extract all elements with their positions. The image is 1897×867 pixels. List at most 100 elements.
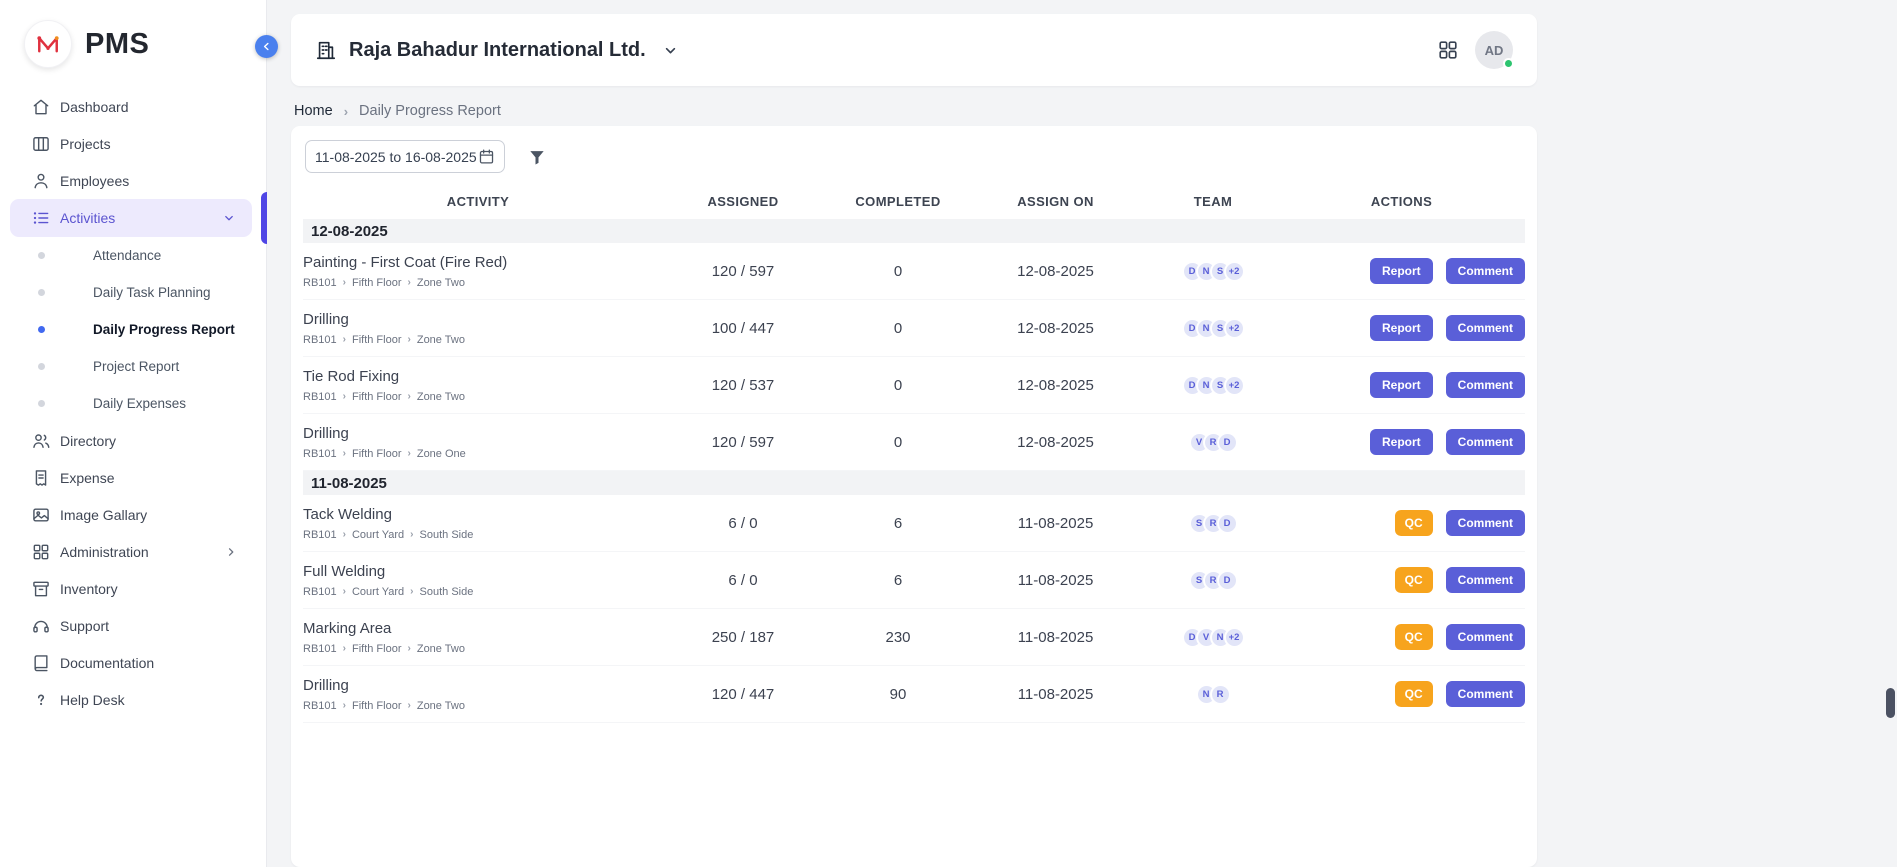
sidebar-item-activities[interactable]: Activities <box>10 199 252 237</box>
team-avatar-more[interactable]: +2 <box>1224 318 1245 339</box>
qc-button[interactable]: QC <box>1395 510 1433 536</box>
user-avatar[interactable]: AD <box>1475 31 1513 69</box>
comment-button[interactable]: Comment <box>1446 372 1525 398</box>
apps-grid-icon[interactable] <box>1437 39 1459 61</box>
completed-value: 0 <box>833 434 963 451</box>
column-header-assigned: ASSIGNED <box>653 194 833 209</box>
qc-button[interactable]: QC <box>1395 681 1433 707</box>
sidebar-item-help-desk[interactable]: Help Desk <box>0 681 266 718</box>
chevron-right-icon: › <box>408 700 411 711</box>
team-avatar[interactable]: D <box>1217 513 1238 534</box>
sidebar-collapse-button[interactable] <box>255 35 278 58</box>
chevron-right-icon: › <box>408 643 411 654</box>
home-icon <box>31 97 51 117</box>
team-avatar[interactable]: D <box>1217 432 1238 453</box>
sidebar-item-dashboard[interactable]: Dashboard <box>0 88 266 125</box>
chevron-right-icon: › <box>343 334 346 345</box>
date-range-input[interactable]: 11-08-2025 to 16-08-2025 <box>305 140 505 173</box>
comment-button[interactable]: Comment <box>1446 258 1525 284</box>
sidebar-subitem-daily-progress-report[interactable]: Daily Progress Report <box>0 311 266 348</box>
report-card: 11-08-2025 to 16-08-2025 ACTIVITY ASSIGN… <box>291 126 1537 867</box>
sidebar-item-expense[interactable]: Expense <box>0 459 266 496</box>
assigned-value: 120 / 597 <box>653 434 833 451</box>
team-avatar-more[interactable]: +2 <box>1224 375 1245 396</box>
path-segment: Fifth Floor <box>352 334 402 346</box>
assign-on-value: 11-08-2025 <box>963 572 1148 589</box>
sidebar-item-image-gallery[interactable]: Image Gallary <box>0 496 266 533</box>
sidebar-item-administration[interactable]: Administration <box>0 533 266 570</box>
report-button[interactable]: Report <box>1370 258 1433 284</box>
path-segment: Fifth Floor <box>352 448 402 460</box>
sidebar-subitem-daily-task-planning[interactable]: Daily Task Planning <box>0 274 266 311</box>
breadcrumb-current: Daily Progress Report <box>359 103 501 119</box>
team-avatars: DNS+2 <box>1148 375 1278 396</box>
chevron-right-icon: › <box>410 529 413 540</box>
comment-button[interactable]: Comment <box>1446 681 1525 707</box>
administration-icon <box>31 542 51 562</box>
sidebar-subitem-project-report[interactable]: Project Report <box>0 348 266 385</box>
team-avatars: VRD <box>1148 432 1278 453</box>
path-segment: Zone Two <box>417 334 465 346</box>
activity-path: RB101›Fifth Floor›Zone Two <box>303 391 653 403</box>
comment-button[interactable]: Comment <box>1446 510 1525 536</box>
online-status-dot <box>1503 58 1514 69</box>
sidebar-item-inventory[interactable]: Inventory <box>0 570 266 607</box>
path-segment: Zone One <box>417 448 466 460</box>
comment-button[interactable]: Comment <box>1446 315 1525 341</box>
team-avatar[interactable]: D <box>1217 570 1238 591</box>
comment-button[interactable]: Comment <box>1446 429 1525 455</box>
activities-icon <box>31 208 51 228</box>
bullet-icon <box>38 400 45 407</box>
sidebar-subitem-daily-expenses[interactable]: Daily Expenses <box>0 385 266 422</box>
report-button[interactable]: Report <box>1370 315 1433 341</box>
activity-name: Drilling <box>303 425 653 442</box>
bullet-icon <box>38 289 45 296</box>
sidebar-item-employees[interactable]: Employees <box>0 162 266 199</box>
table-row: Drilling RB101›Fifth Floor›Zone Two 100 … <box>303 300 1525 357</box>
assigned-value: 6 / 0 <box>653 572 833 589</box>
scrollbar-thumb[interactable] <box>1886 688 1895 718</box>
path-segment: Zone Two <box>417 391 465 403</box>
sidebar-item-label: Projects <box>60 136 111 152</box>
table-row: Tack Welding RB101›Court Yard›South Side… <box>303 495 1525 552</box>
team-avatar-more[interactable]: +2 <box>1224 261 1245 282</box>
filter-icon[interactable] <box>527 147 547 167</box>
report-button[interactable]: Report <box>1370 429 1433 455</box>
team-avatars: DNS+2 <box>1148 318 1278 339</box>
sidebar-item-label: Administration <box>60 544 149 560</box>
completed-value: 0 <box>833 377 963 394</box>
company-selector[interactable]: Raja Bahadur International Ltd. <box>315 39 679 62</box>
path-segment: Court Yard <box>352 586 404 598</box>
assigned-value: 6 / 0 <box>653 515 833 532</box>
activity-name: Tie Rod Fixing <box>303 368 653 385</box>
activity-path: RB101›Fifth Floor›Zone One <box>303 448 653 460</box>
help-desk-icon <box>31 690 51 710</box>
sidebar-subitem-attendance[interactable]: Attendance <box>0 237 266 274</box>
qc-button[interactable]: QC <box>1395 624 1433 650</box>
comment-button[interactable]: Comment <box>1446 567 1525 593</box>
completed-value: 90 <box>833 686 963 703</box>
chevron-right-icon: › <box>410 586 413 597</box>
sidebar-subitem-label: Daily Expenses <box>93 396 186 411</box>
path-segment: RB101 <box>303 334 337 346</box>
sidebar-item-projects[interactable]: Projects <box>0 125 266 162</box>
chevron-right-icon: › <box>343 700 346 711</box>
table-row: Painting - First Coat (Fire Red) RB101›F… <box>303 243 1525 300</box>
sidebar-item-support[interactable]: Support <box>0 607 266 644</box>
report-button[interactable]: Report <box>1370 372 1433 398</box>
active-nav-indicator <box>261 192 267 244</box>
team-avatar[interactable]: R <box>1210 684 1231 705</box>
path-segment: Fifth Floor <box>352 700 402 712</box>
avatar-initials: AD <box>1485 43 1504 58</box>
sidebar-item-documentation[interactable]: Documentation <box>0 644 266 681</box>
chevron-right-icon: › <box>343 529 346 540</box>
path-segment: Fifth Floor <box>352 643 402 655</box>
qc-button[interactable]: QC <box>1395 567 1433 593</box>
comment-button[interactable]: Comment <box>1446 624 1525 650</box>
team-avatar-more[interactable]: +2 <box>1224 627 1245 648</box>
column-header-actions: ACTIONS <box>1278 194 1525 209</box>
sidebar-item-directory[interactable]: Directory <box>0 422 266 459</box>
path-segment: RB101 <box>303 529 337 541</box>
bullet-icon <box>38 326 45 333</box>
breadcrumb-home-link[interactable]: Home <box>294 103 333 119</box>
